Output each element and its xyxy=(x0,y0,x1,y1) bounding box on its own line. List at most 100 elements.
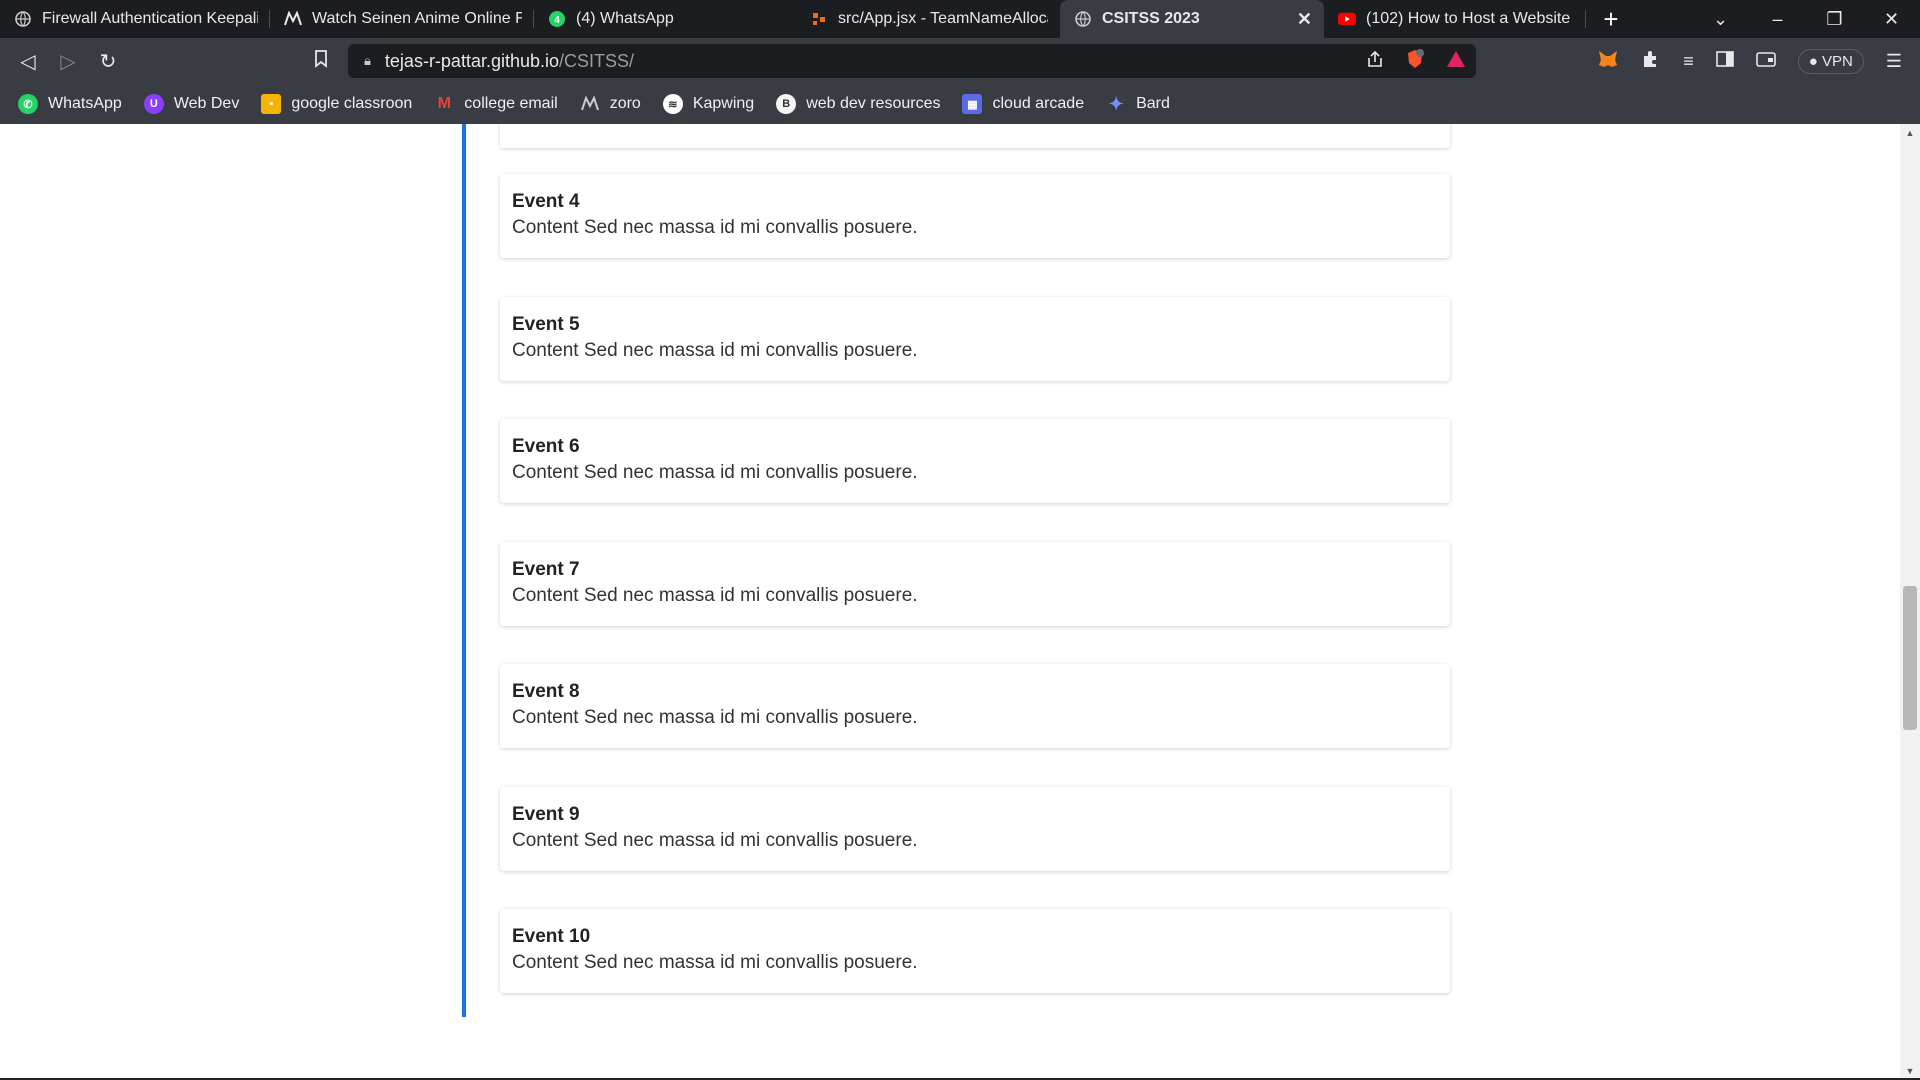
brave-shields-icon[interactable] xyxy=(1404,48,1426,75)
bookmark-bard[interactable]: ✦ Bard xyxy=(1106,94,1170,114)
scroll-down-icon[interactable]: ▼ xyxy=(1900,1066,1920,1076)
zoro-icon xyxy=(284,10,302,28)
event-title: Event 7 xyxy=(512,559,580,580)
tab-3[interactable]: src/App.jsx - TeamNameAllocator xyxy=(796,0,1060,38)
address-bar-actions xyxy=(1366,48,1466,75)
tab-title: CSITSS 2023 xyxy=(1102,10,1200,27)
bard-icon: ✦ xyxy=(1108,93,1124,114)
globe-icon xyxy=(1074,10,1092,28)
resources-icon: B xyxy=(776,94,797,114)
close-window-icon[interactable]: ✕ xyxy=(1863,9,1920,30)
bookmark-page-icon[interactable] xyxy=(306,49,336,73)
event-title: Event 4 xyxy=(512,191,580,212)
event-card: Event 9 Content Sed nec massa id mi conv… xyxy=(500,787,1450,871)
event-title: Event 10 xyxy=(512,926,591,947)
tab-strip: Firewall Authentication Keepalive Watch … xyxy=(0,0,1920,38)
zoro-icon xyxy=(580,94,600,114)
tab-0[interactable]: Firewall Authentication Keepalive xyxy=(0,0,270,38)
event-card: Event 5 Content Sed nec massa id mi conv… xyxy=(500,297,1450,381)
address-url: tejas-r-pattar.github.io/CSITSS/ xyxy=(385,51,634,72)
tab-title: Firewall Authentication Keepalive xyxy=(42,10,258,27)
event-card: Event 6 Content Sed nec massa id mi conv… xyxy=(500,419,1450,503)
event-title: Event 9 xyxy=(512,804,580,825)
bookmark-label: cloud arcade xyxy=(992,95,1085,112)
bookmark-zoro[interactable]: zoro xyxy=(580,94,641,114)
lock-icon[interactable]: 🔒︎ xyxy=(364,53,371,69)
window-controls: ⌄ – ❐ ✕ xyxy=(1692,0,1920,38)
scroll-up-icon[interactable]: ▲ xyxy=(1900,128,1920,138)
event-content: Content Sed nec massa id mi convallis po… xyxy=(512,340,918,361)
code-icon xyxy=(810,10,828,28)
bookmark-label: Kapwing xyxy=(692,95,755,112)
whatsapp-icon: ✆ xyxy=(18,94,38,114)
event-content: Content Sed nec massa id mi convallis po… xyxy=(512,707,918,728)
event-title: Event 8 xyxy=(512,681,580,702)
menu-icon[interactable]: ☰ xyxy=(1886,51,1902,72)
bookmark-label: zoro xyxy=(609,95,641,112)
bookmark-web-dev[interactable]: U Web Dev xyxy=(143,94,239,114)
minimize-icon[interactable]: – xyxy=(1749,9,1806,30)
tab-5[interactable]: (102) How to Host a Website On xyxy=(1324,0,1586,38)
bookmark-google-classroom[interactable]: ▪ google classroon xyxy=(261,94,412,114)
url-path: /CSITSS/ xyxy=(559,50,635,71)
scrollbar-thumb[interactable] xyxy=(1903,586,1917,730)
event-card: Event 10 Content Sed nec massa id mi con… xyxy=(500,909,1450,993)
tab-search-chevron-icon[interactable]: ⌄ xyxy=(1692,9,1749,30)
page-scrollbar[interactable]: ▲ ▼ xyxy=(1900,124,1920,1080)
playlist-icon[interactable]: ≡ xyxy=(1683,51,1694,72)
event-content: Content Sed nec massa id mi convallis po… xyxy=(512,952,918,973)
classroom-icon: ▪ xyxy=(261,94,282,114)
webdev-icon: U xyxy=(143,94,164,114)
browser-toolbar: ◁ ▷ ↻ 🔒︎ tejas-r-pattar.github.io/CSITSS… xyxy=(0,38,1920,84)
bookmark-label: WhatsApp xyxy=(48,95,122,112)
bookmark-cloud-arcade[interactable]: ▦ cloud arcade xyxy=(962,94,1084,114)
tab-2[interactable]: 4 (4) WhatsApp xyxy=(534,0,796,38)
metamask-fox-icon[interactable] xyxy=(1597,49,1619,74)
whatsapp-icon: 4 xyxy=(548,10,566,28)
tab-4-active[interactable]: CSITSS 2023 ✕ xyxy=(1060,0,1324,38)
bookmark-label: Bard xyxy=(1136,95,1170,112)
forward-icon[interactable]: ▷ xyxy=(48,49,88,74)
tab-title: (102) How to Host a Website On xyxy=(1366,10,1574,27)
kapwing-icon: ≋ xyxy=(662,94,683,114)
event-title: Event 5 xyxy=(512,314,580,335)
tab-1[interactable]: Watch Seinen Anime Online Free xyxy=(270,0,534,38)
event-card: Event 7 Content Sed nec massa id mi conv… xyxy=(500,542,1450,626)
gmail-icon: M xyxy=(437,95,451,112)
wallet-icon[interactable] xyxy=(1755,50,1776,73)
arcade-icon: ▦ xyxy=(962,94,983,114)
bookmarks-bar: ✆ WhatsApp U Web Dev ▪ google classroon … xyxy=(0,84,1920,124)
event-content: Content Sed nec massa id mi convallis po… xyxy=(512,462,918,483)
bookmark-college-email[interactable]: M college email xyxy=(434,94,558,114)
share-icon[interactable] xyxy=(1366,50,1384,73)
svg-text:4: 4 xyxy=(554,15,560,26)
new-tab-button[interactable]: + xyxy=(1586,0,1636,38)
url-host: tejas-r-pattar.github.io xyxy=(384,50,560,71)
event-card: Event 4 Content Sed nec massa id mi conv… xyxy=(500,174,1450,258)
restore-icon[interactable]: ❐ xyxy=(1806,9,1863,30)
sidebar-toggle-icon[interactable] xyxy=(1715,50,1734,72)
bookmark-label: web dev resources xyxy=(806,95,941,112)
address-bar[interactable]: 🔒︎ tejas-r-pattar.github.io/CSITSS/ xyxy=(348,44,1476,78)
event-card-partial xyxy=(500,124,1450,148)
event-title: Event 6 xyxy=(512,436,580,457)
tab-title: src/App.jsx - TeamNameAllocator xyxy=(838,10,1048,27)
vpn-label: VPN xyxy=(1822,52,1853,70)
page-viewport: Event 4 Content Sed nec massa id mi conv… xyxy=(0,124,1920,1080)
bookmark-label: college email xyxy=(464,95,558,112)
reload-icon[interactable]: ↻ xyxy=(88,49,128,74)
bookmark-web-dev-resources[interactable]: B web dev resources xyxy=(776,94,940,114)
event-card: Event 8 Content Sed nec massa id mi conv… xyxy=(500,664,1450,748)
youtube-icon xyxy=(1338,10,1356,28)
extensions-puzzle-icon[interactable] xyxy=(1641,49,1661,74)
vpn-button[interactable]: ● VPN xyxy=(1797,48,1864,74)
event-content: Content Sed nec massa id mi convallis po… xyxy=(512,585,918,606)
toolbar-icons: ≡ ● VPN ☰ xyxy=(1597,48,1920,74)
bookmark-whatsapp[interactable]: ✆ WhatsApp xyxy=(18,94,122,114)
globe-icon xyxy=(14,10,32,28)
brave-rewards-icon[interactable] xyxy=(1446,50,1466,73)
close-icon[interactable]: ✕ xyxy=(1297,9,1312,30)
tab-title: (4) WhatsApp xyxy=(576,10,674,27)
back-icon[interactable]: ◁ xyxy=(8,49,48,74)
bookmark-kapwing[interactable]: ≋ Kapwing xyxy=(662,94,755,114)
